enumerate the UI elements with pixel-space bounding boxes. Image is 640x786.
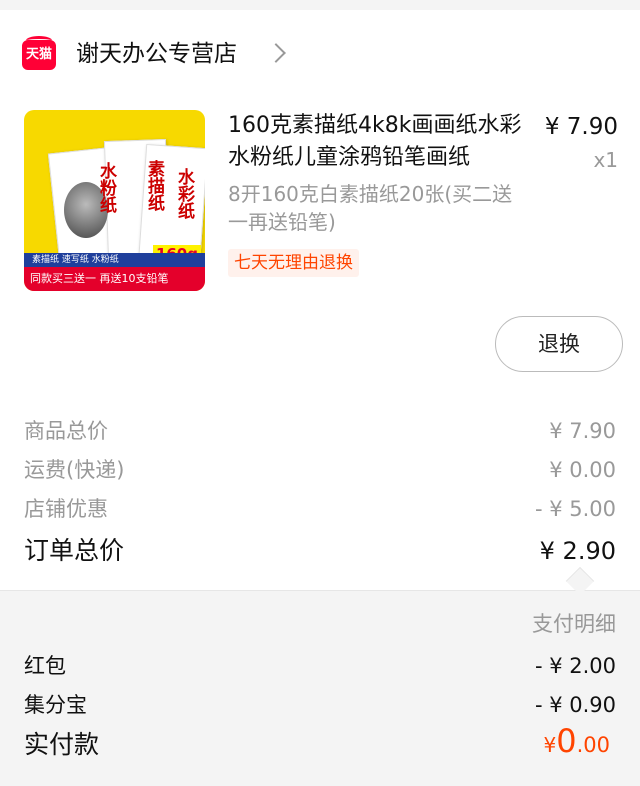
shop-name[interactable]: 谢天办公专营店 [76, 38, 237, 70]
payment-label-redpacket: 红包 [24, 654, 66, 678]
thumb-label-3: 水彩纸 [174, 168, 194, 219]
paid-amount-label: 实付款 [24, 730, 100, 759]
summary-value-goods: ¥ 7.90 [549, 419, 616, 443]
paid-currency: ¥ [543, 733, 557, 757]
paid-decimal: .00 [576, 733, 610, 757]
thumb-band-bottom: 同款买三送一 再送10支铅笔 [24, 267, 205, 291]
paid-amount-value: ¥0.00 [544, 722, 611, 760]
payment-label-jifenbao: 集分宝 [24, 693, 87, 717]
product-thumbnail[interactable]: 水粉纸 素描纸 水彩纸 160g 素描纸 速写纸 水粉纸 同款买三送一 再送10… [24, 110, 205, 291]
summary-value-discount: - ¥ 5.00 [534, 497, 616, 521]
payment-details: 支付明细 红包 - ¥ 2.00 集分宝 - ¥ 0.90 实付款 ¥0.00 [0, 590, 640, 786]
paid-integer: 0 [556, 722, 577, 760]
payment-details-heading: 支付明细 [532, 612, 616, 636]
order-total-label: 订单总价 [24, 536, 125, 565]
product-quantity: x1 [593, 148, 618, 172]
thumb-label-2: 素描纸 [144, 160, 164, 211]
return-exchange-button[interactable]: 退换 [495, 316, 623, 372]
order-total-value: ¥ 2.90 [539, 537, 616, 565]
shop-row[interactable]: 天猫 谢天办公专营店 [0, 10, 640, 98]
tmall-icon: 天猫 [22, 36, 56, 70]
summary-label-shipping: 运费(快递) [24, 458, 125, 482]
summary-label-discount: 店铺优惠 [24, 497, 108, 521]
product-price: ¥ 7.90 [544, 114, 618, 140]
summary-label-goods: 商品总价 [24, 419, 108, 443]
product-sku: 8开160克白素描纸20张(买二送一再送铅笔) [228, 182, 513, 234]
chevron-right-icon[interactable] [266, 43, 286, 63]
summary-value-shipping: ¥ 0.00 [549, 458, 616, 482]
payment-value-redpacket: - ¥ 2.00 [534, 654, 616, 678]
product-title[interactable]: 160克素描纸4k8k画画纸水彩水粉纸儿童涂鸦铅笔画纸 [228, 110, 524, 174]
thumb-label-1: 水粉纸 [96, 162, 116, 213]
order-card: 天猫 谢天办公专营店 水粉纸 素描纸 水彩纸 160g 素描纸 速写纸 水粉纸 … [0, 10, 640, 590]
return-policy-tag: 七天无理由退换 [228, 249, 359, 277]
payment-value-jifenbao: - ¥ 0.90 [534, 693, 616, 717]
thumb-band-top: 素描纸 速写纸 水粉纸 [24, 253, 205, 267]
